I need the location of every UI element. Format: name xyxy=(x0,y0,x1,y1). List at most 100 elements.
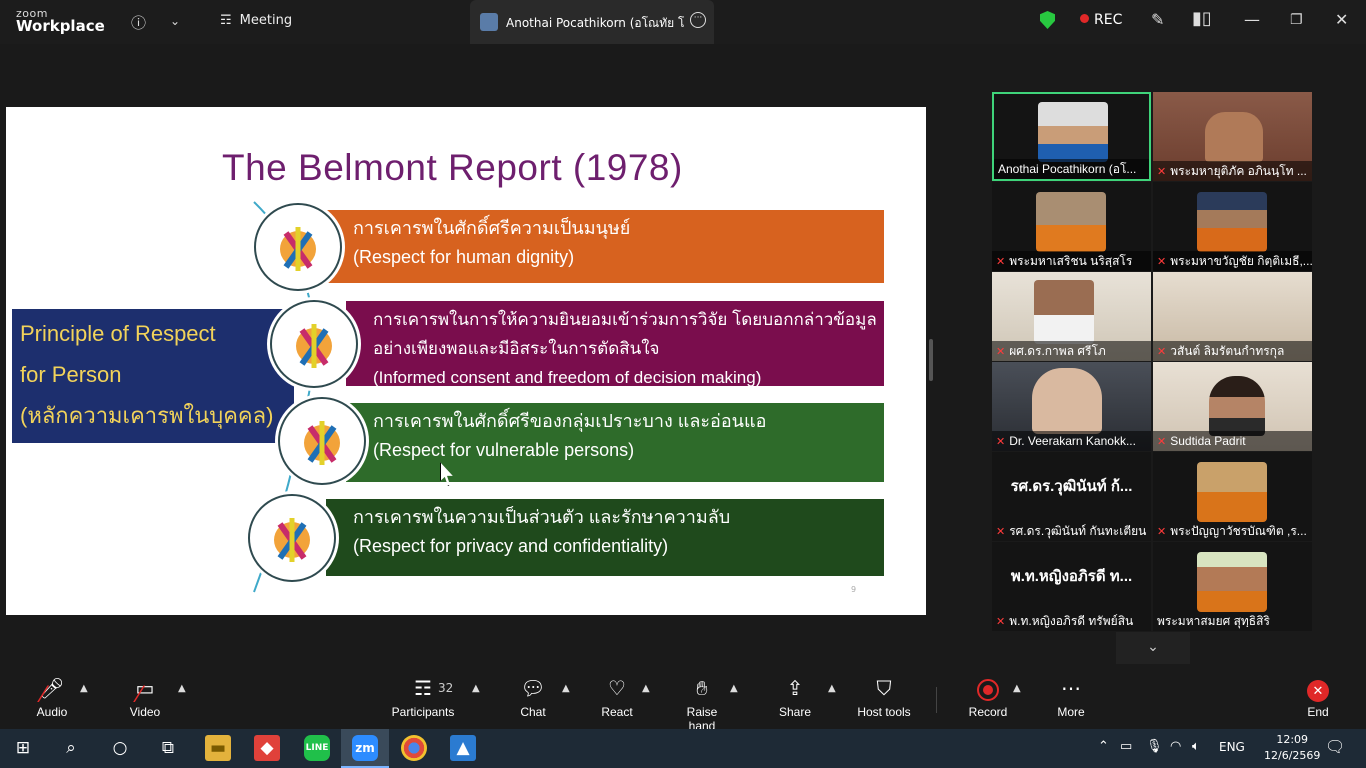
video-feed xyxy=(1034,280,1094,344)
raise-hand-button[interactable]: ✋︎ Raise hand xyxy=(672,669,732,733)
system-clock[interactable]: 12:09 12/6/2569 xyxy=(1264,732,1320,764)
tray-chevron-up-icon[interactable]: ⌃ xyxy=(1098,739,1109,754)
windows-start-icon[interactable]: ⊞ xyxy=(10,735,36,761)
participant-tile[interactable]: ✕ ผศ.ดร.กาพล ศรีโภ xyxy=(992,272,1151,361)
more-icon: ⋯ xyxy=(1061,678,1081,700)
microphone-icon[interactable]: 🎙︎ xyxy=(1146,739,1163,754)
equality-logo-icon xyxy=(274,518,310,562)
restore-icon[interactable]: ❐ xyxy=(1290,12,1303,28)
raise-hand-caret-icon[interactable]: ▲ xyxy=(730,683,738,694)
video-feed xyxy=(1197,192,1267,252)
react-caret-icon[interactable]: ▲ xyxy=(642,683,650,694)
equality-logo-icon xyxy=(296,324,332,368)
share-screen-icon: ⇪ xyxy=(786,678,804,700)
end-label: End xyxy=(1307,705,1329,719)
zoom-logo: zoom Workplace xyxy=(16,8,105,34)
equality-logo-icon xyxy=(304,421,340,465)
participants-caret-icon[interactable]: ▲ xyxy=(472,683,480,694)
cortana-icon[interactable]: ○ xyxy=(107,735,133,761)
chat-label: Chat xyxy=(520,705,546,719)
principle-item-3: การเคารพในศักดิ์ศรีของกลุ่มเปราะบาง และอ… xyxy=(346,403,884,482)
pencil-icon[interactable]: ✎ xyxy=(1151,10,1164,29)
volume-icon[interactable]: 🔈︎ xyxy=(1192,739,1200,754)
tab-active-speaker[interactable]: Anothai Pocathikorn (อโณทัย โภคา ··· xyxy=(470,0,714,44)
participant-tile[interactable]: ✕ Dr. Veerakarn Kanokk... xyxy=(992,362,1151,451)
shield-icon[interactable] xyxy=(1040,11,1055,29)
avatar xyxy=(480,13,498,31)
participants-button[interactable]: ☶ Participants xyxy=(388,669,458,729)
more-options-icon[interactable]: ··· xyxy=(690,12,706,28)
task-view-icon[interactable]: ⧉ xyxy=(155,735,181,761)
chevron-down-icon[interactable]: ⌄ xyxy=(170,14,180,28)
close-icon[interactable]: ✕ xyxy=(1335,10,1348,29)
more-label: More xyxy=(1057,705,1085,719)
item-3-en: (Respect for vulnerable persons) xyxy=(373,440,635,460)
participant-tile[interactable]: พระมหาสมยศ สุทฺธิสิริ xyxy=(1153,542,1312,631)
react-button[interactable]: ♡ React xyxy=(596,669,638,729)
zoom-taskbar-item[interactable]: zm xyxy=(341,729,389,768)
participant-tile[interactable]: ✕ วสันต์ ลิมรัตนกำทรกุล xyxy=(1153,272,1312,361)
host-tools-button[interactable]: ⛉ Host tools xyxy=(854,669,914,729)
record-caret-icon[interactable]: ▲ xyxy=(1013,683,1021,694)
end-button[interactable]: ✕ End xyxy=(1302,669,1334,729)
participant-tile[interactable]: ✕ พระมหาเสริชน นริสฺสโร xyxy=(992,182,1151,271)
principle-box: Principle of Respect for Person (หลักควา… xyxy=(12,309,294,443)
participant-tile[interactable]: ✕ พระมหายุติภัค อภินนฺโท ... xyxy=(1153,92,1312,181)
share-button[interactable]: ⇪ Share xyxy=(774,669,816,729)
video-caret-icon[interactable]: ▲ xyxy=(178,683,186,694)
input-language[interactable]: ENG xyxy=(1219,740,1245,754)
video-button[interactable]: ▭ ⁄ Video xyxy=(122,669,168,729)
participant-name: พระมหาสมยศ สุทฺธิสิริ xyxy=(1153,611,1312,631)
chat-caret-icon[interactable]: ▲ xyxy=(562,683,570,694)
battery-icon[interactable]: ▭ xyxy=(1120,739,1132,754)
participant-tile[interactable]: รศ.ดร.วุฒินันท์ ก้... ✕ รศ.ดร.วุฒินันท์ ก… xyxy=(992,452,1151,541)
equality-logo-4 xyxy=(248,494,336,582)
participant-name-text: Anothai Pocathikorn (อโ... xyxy=(998,162,1137,176)
more-button[interactable]: ⋯ More xyxy=(1054,669,1088,729)
principle-line-1: Principle of Respect xyxy=(20,321,216,346)
photos-icon[interactable]: ▲ xyxy=(450,735,476,761)
rec-indicator[interactable]: REC xyxy=(1080,12,1122,28)
participants-label: Participants xyxy=(391,705,455,719)
participant-name: ✕ พ.ท.หญิงอภิรดี ทรัพย์สิน xyxy=(992,611,1151,631)
muted-mic-icon: ✕ xyxy=(1157,436,1167,448)
principle-item-4: การเคารพในความเป็นส่วนตัว และรักษาความลั… xyxy=(326,499,884,576)
minimize-icon[interactable]: — xyxy=(1244,10,1260,29)
participant-tile[interactable]: ✕ พระมหาขวัญชัย กิตฺติเมธี,... xyxy=(1153,182,1312,271)
video-label: Video xyxy=(129,705,161,719)
shared-slide: The Belmont Report (1978) Principle of R… xyxy=(6,107,926,615)
participant-name: ✕ พระมหาเสริชน นริสฺสโร xyxy=(992,251,1151,271)
participant-tile[interactable]: ✕ พระปัญญาวัชรบัณฑิต ,ร... xyxy=(1153,452,1312,541)
chat-button[interactable]: 💬︎ Chat xyxy=(512,669,554,729)
record-icon xyxy=(966,669,1010,705)
participant-tile[interactable]: ✕ Sudtida Padrit xyxy=(1153,362,1312,451)
item-1-thai: การเคารพในศักดิ์ศรีความเป็นมนุษย์ xyxy=(353,218,631,238)
line-app-icon[interactable]: LINE xyxy=(304,735,330,761)
layout-icon[interactable]: ▮▯ xyxy=(1192,8,1212,29)
search-icon[interactable]: ⌕ xyxy=(58,735,84,761)
notification-icon[interactable]: 🗨︎ xyxy=(1325,737,1345,756)
resize-handle[interactable] xyxy=(929,339,933,381)
wifi-icon[interactable]: ◠ xyxy=(1170,739,1181,754)
file-explorer-icon[interactable]: ▬ xyxy=(205,735,231,761)
participant-name: Anothai Pocathikorn (อโ... xyxy=(994,159,1149,179)
participant-name-text: พระมหาเสริชน นริสฺสโร xyxy=(1009,254,1133,268)
participant-tile[interactable]: Anothai Pocathikorn (อโ... xyxy=(992,92,1151,181)
hand-icon: ✋︎ xyxy=(696,678,708,700)
tab-meeting[interactable]: ☶ Meeting xyxy=(220,13,292,28)
video-feed xyxy=(1205,112,1263,162)
info-icon[interactable]: ⓘ xyxy=(131,12,146,33)
chrome-icon[interactable] xyxy=(401,735,427,761)
principle-item-1: การเคารพในศักดิ์ศรีความเป็นมนุษย์ (Respe… xyxy=(326,210,884,283)
audio-caret-icon[interactable]: ▲ xyxy=(80,683,88,694)
principle-line-2: for Person xyxy=(20,362,122,387)
participant-tile[interactable]: พ.ท.หญิงอภิรดี ท... ✕ พ.ท.หญิงอภิรดี ทรัพ… xyxy=(992,542,1151,631)
audio-label: Audio xyxy=(36,705,68,719)
participant-name-text: พระมหาสมยศ สุทฺธิสิริ xyxy=(1157,614,1270,628)
audio-button[interactable]: 🎤︎ ⁄ Audio xyxy=(30,669,74,729)
anydesk-icon[interactable]: ◆ xyxy=(254,735,280,761)
gallery-next-page-button[interactable]: ⌄ xyxy=(1116,632,1190,664)
share-caret-icon[interactable]: ▲ xyxy=(828,683,836,694)
record-button[interactable]: Record xyxy=(966,669,1010,729)
toolbar-divider xyxy=(936,687,937,713)
